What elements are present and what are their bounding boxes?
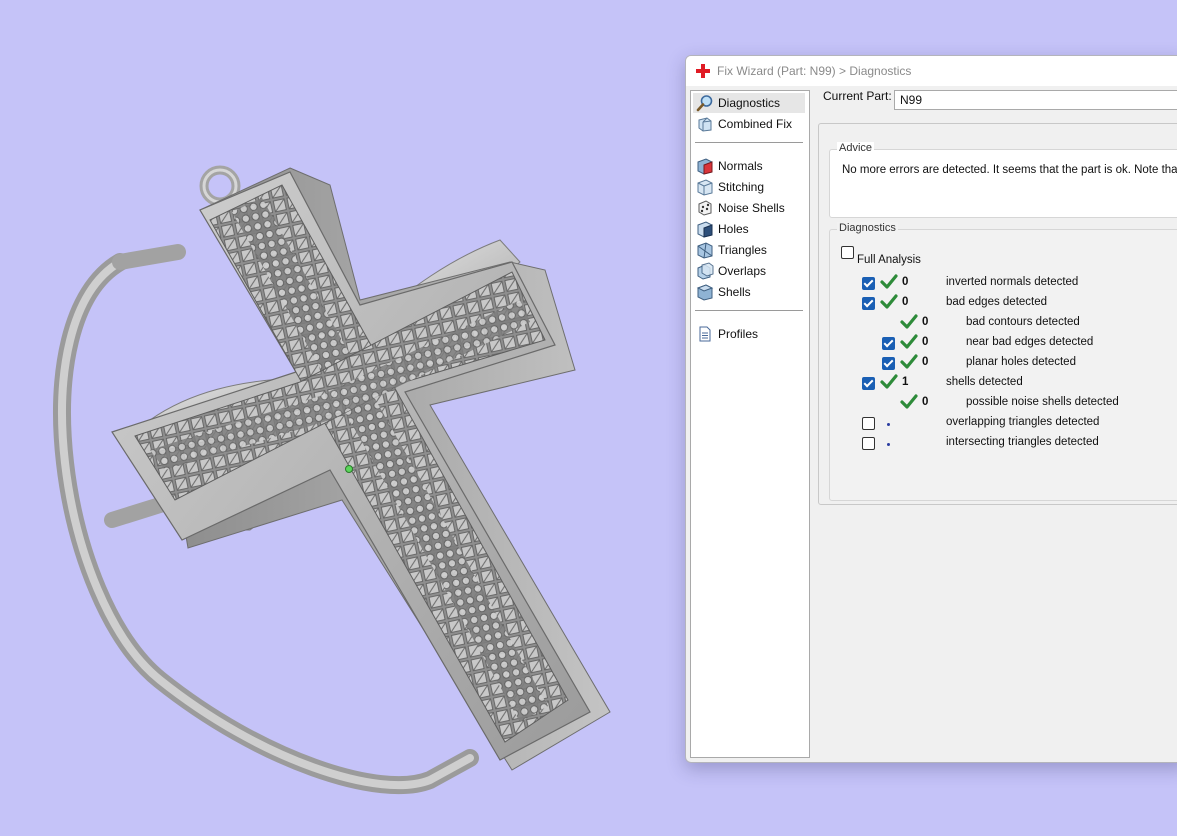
row-count: 0	[922, 316, 929, 328]
row-count: 0	[922, 336, 929, 348]
current-part-label: Current Part:	[823, 89, 892, 103]
row-count: 0	[922, 396, 929, 408]
nav-item-overlaps[interactable]: Overlaps	[693, 261, 805, 281]
nav-label: Profiles	[718, 327, 759, 341]
nav-label: Overlaps	[718, 264, 767, 278]
nav-item-normals[interactable]: Normals	[693, 156, 805, 176]
selection-point	[345, 465, 353, 473]
ok-check-icon	[900, 334, 918, 349]
row-label: bad contours detected	[966, 316, 1080, 328]
combined-fix-icon	[698, 117, 712, 132]
row-checkbox[interactable]	[862, 297, 875, 310]
window-title: Fix Wizard (Part: N99) > Diagnostics	[717, 64, 912, 78]
row-checkbox[interactable]	[862, 437, 875, 450]
shells-icon	[696, 284, 714, 301]
advice-title: Advice	[837, 142, 875, 154]
row-label: inverted normals detected	[946, 276, 1079, 288]
diagnostic-row-noise-shells: 0 possible noise shells detected	[830, 394, 1177, 414]
ok-check-icon	[900, 394, 918, 409]
row-count: 1	[902, 376, 909, 388]
row-count: 0	[902, 276, 909, 288]
diagnostic-row-bad-edges: 0 bad edges detected	[830, 294, 1177, 314]
ok-check-icon	[880, 374, 898, 389]
holes-icon	[697, 221, 713, 238]
diagnostics-group: Diagnostics Full Analysis 0 inverted nor…	[829, 222, 1177, 501]
title-bar[interactable]: Fix Wizard (Part: N99) > Diagnostics	[686, 56, 1177, 86]
cross-model	[53, 165, 611, 795]
diagnostic-row-near-bad-edges: 0 near bad edges detected	[830, 334, 1177, 354]
nav-label: Diagnostics	[718, 96, 781, 110]
nav-divider	[695, 310, 803, 311]
row-checkbox[interactable]	[862, 277, 875, 290]
row-checkbox[interactable]	[882, 337, 895, 350]
ok-check-icon	[900, 354, 918, 369]
nav-label: Holes	[718, 222, 749, 236]
nav-item-holes[interactable]: Holes	[693, 219, 805, 239]
nav-item-diagnostics[interactable]: Diagnostics	[693, 93, 805, 113]
normals-icon	[697, 158, 713, 175]
nav-label: Shells	[718, 285, 751, 299]
row-label: overlapping triangles detected	[946, 416, 1100, 428]
diagnostic-row-bad-contours: 0 bad contours detected	[830, 314, 1177, 334]
nav-item-noise-shells[interactable]: Noise Shells	[693, 198, 805, 218]
nav-label: Combined Fix	[718, 117, 793, 131]
ok-check-icon	[880, 294, 898, 309]
overlaps-icon	[697, 262, 714, 280]
diagnostic-row-inverted-normals: 0 inverted normals detected	[830, 274, 1177, 294]
nav-item-triangles[interactable]: Triangles	[693, 240, 805, 260]
full-analysis-label[interactable]: Full Analysis	[857, 254, 921, 266]
stitching-icon	[697, 179, 713, 196]
diagnostic-row-shells: 1 shells detected	[830, 374, 1177, 394]
row-count: 0	[922, 356, 929, 368]
advice-text: No more errors are detected. It seems th…	[842, 164, 1177, 176]
row-checkbox[interactable]	[862, 377, 875, 390]
nav-label: Normals	[718, 159, 763, 173]
side-nav: Diagnostics Combined Fix Normals Stitchi…	[690, 90, 810, 758]
diagnostic-row-overlapping-triangles: overlapping triangles detected	[830, 414, 1177, 434]
profiles-icon	[699, 326, 711, 342]
pending-dot-icon	[887, 443, 890, 446]
row-label: possible noise shells detected	[966, 396, 1119, 408]
nav-label: Noise Shells	[718, 201, 785, 215]
row-label: near bad edges detected	[966, 336, 1094, 348]
nav-item-stitching[interactable]: Stitching	[693, 177, 805, 197]
nav-item-combined-fix[interactable]: Combined Fix	[693, 114, 805, 134]
full-analysis-checkbox[interactable]	[841, 246, 854, 259]
row-checkbox[interactable]	[882, 357, 895, 370]
nav-label: Triangles	[718, 243, 767, 257]
current-part-field[interactable]: N99	[894, 90, 1177, 110]
nav-item-shells[interactable]: Shells	[693, 282, 805, 302]
row-count: 0	[902, 296, 909, 308]
row-label: bad edges detected	[946, 296, 1048, 308]
diagnostic-row-planar-holes: 0 planar holes detected	[830, 354, 1177, 374]
noise-shells-icon	[698, 200, 712, 216]
row-checkbox[interactable]	[862, 417, 875, 430]
pending-dot-icon	[887, 423, 890, 426]
fix-wizard-window: Fix Wizard (Part: N99) > Diagnostics Dia…	[685, 55, 1177, 763]
row-label: shells detected	[946, 376, 1023, 388]
magnifier-icon	[696, 95, 713, 112]
ok-check-icon	[880, 274, 898, 289]
triangles-icon	[697, 242, 713, 259]
nav-item-profiles[interactable]: Profiles	[693, 324, 805, 344]
row-label: intersecting triangles detected	[946, 436, 1099, 448]
red-cross-icon	[696, 64, 710, 78]
diagnostics-title: Diagnostics	[837, 222, 898, 234]
ok-check-icon	[900, 314, 918, 329]
content-panel: Advice No more errors are detected. It s…	[818, 123, 1177, 505]
advice-group: Advice No more errors are detected. It s…	[829, 142, 1177, 218]
diagnostic-row-intersecting-triangles: intersecting triangles detected	[830, 434, 1177, 454]
row-label: planar holes detected	[966, 356, 1076, 368]
nav-divider	[695, 142, 803, 143]
nav-label: Stitching	[718, 180, 765, 194]
